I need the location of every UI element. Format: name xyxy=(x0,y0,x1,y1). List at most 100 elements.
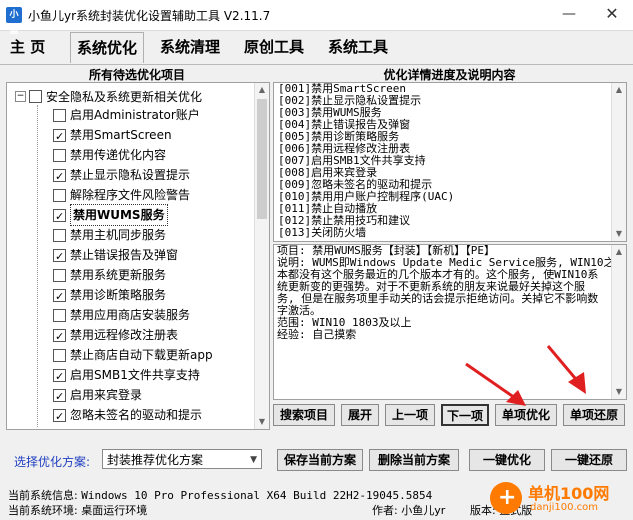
item-checkbox[interactable] xyxy=(53,228,66,242)
item-checkbox[interactable] xyxy=(53,207,66,227)
tree-item[interactable]: 启用来宾登录 xyxy=(7,385,253,407)
tree-item[interactable]: 禁用传递优化内容 xyxy=(7,145,253,165)
tree-item[interactable]: 禁止显示隐私设置提示 xyxy=(7,165,253,187)
system-info-label: 当前系统信息: xyxy=(8,489,78,502)
description-lines: 项目: 禁用WUMS服务【封装】【新机】【PE】 说明: WUMS即Windows… xyxy=(274,245,626,341)
tree-item[interactable]: 启用SMB1文件共享支持 xyxy=(7,365,253,387)
tree-item-label: 启用SMB1文件共享支持 xyxy=(70,368,200,382)
scroll-down-icon[interactable]: ▼ xyxy=(255,415,269,429)
author-label: 作者: xyxy=(372,504,398,517)
tree-item[interactable]: 禁用SmartScreen xyxy=(7,125,253,147)
scheme-select[interactable]: 封装推荐优化方案 ▼ xyxy=(102,449,262,469)
red-arrow-icon xyxy=(546,345,586,394)
delete-scheme-button[interactable]: 删除当前方案 xyxy=(369,449,459,471)
item-checkbox[interactable] xyxy=(53,387,66,407)
optimize-all-button[interactable]: 一键优化 xyxy=(469,449,545,471)
tree-item[interactable]: 解除程序文件风险警告 xyxy=(7,185,253,205)
tab-system-clean[interactable]: 系统清理 xyxy=(154,32,226,62)
tree-item[interactable]: 忽略未签名的驱动和提示 xyxy=(7,405,253,427)
system-info-value: Windows 10 Pro Professional X64 Build 22… xyxy=(81,489,433,502)
item-checkbox[interactable] xyxy=(53,287,66,307)
right-list-scrollbar[interactable]: ▲ ▼ xyxy=(611,83,626,241)
item-checkbox[interactable] xyxy=(53,167,66,187)
tree-item[interactable]: 禁用WUMS服务 xyxy=(7,204,253,227)
system-env-label: 当前系统环境: xyxy=(8,504,78,517)
tree-item-label: 忽略未签名的驱动和提示 xyxy=(70,408,203,422)
restore-all-button[interactable]: 一键还原 xyxy=(551,449,627,471)
progress-rows: [001]禁用SmartScreen [002]禁止显示隐私设置提示 [003]禁用… xyxy=(274,83,626,239)
author-info: 作者: 小鱼儿yr xyxy=(372,502,445,518)
tree-item[interactable]: 禁用主机同步服务 xyxy=(7,225,253,245)
window-title: 小鱼儿yr系统封装优化设置辅助工具 V2.11.7 xyxy=(28,9,271,23)
scroll-up-icon[interactable]: ▲ xyxy=(255,83,269,97)
collapse-icon[interactable]: − xyxy=(15,90,26,102)
tree-item[interactable]: 禁用远程修改注册表 xyxy=(7,325,253,347)
expand-button[interactable]: 展开 xyxy=(341,404,379,426)
root-checkbox[interactable] xyxy=(29,89,42,103)
tree-item-label: 禁止商店自动下载更新app xyxy=(70,348,213,362)
tree-item[interactable]: 禁用诊断策略服务 xyxy=(7,285,253,307)
item-checkbox[interactable] xyxy=(53,148,66,162)
tree-item-label: 禁用诊断策略服务 xyxy=(70,288,167,302)
tab-system-optimize[interactable]: 系统优化 xyxy=(70,32,145,63)
tree-item-label: 启用来宾登录 xyxy=(70,388,143,402)
optimization-tree[interactable]: − 安全隐私及系统更新相关优化 启用Administrator账户禁用Smart… xyxy=(6,82,270,430)
list-item[interactable]: [013]关闭防火墙 xyxy=(274,227,626,239)
red-arrow-icon xyxy=(465,362,526,406)
system-env-value: 桌面运行环境 xyxy=(81,504,148,517)
scheme-selected-value: 封装推荐优化方案 xyxy=(107,453,204,467)
tree-item-label: 禁用SmartScreen xyxy=(70,128,172,142)
tree-item-label: 解除程序文件风险警告 xyxy=(70,188,191,202)
save-scheme-button[interactable]: 保存当前方案 xyxy=(277,449,363,471)
single-restore-button[interactable]: 单项还原 xyxy=(563,404,625,426)
item-checkbox[interactable] xyxy=(53,348,66,362)
tree-item-label: 禁用应用商店安装服务 xyxy=(70,308,191,322)
item-checkbox[interactable] xyxy=(53,407,66,427)
tree-item-label: 禁用主机同步服务 xyxy=(70,228,167,242)
tree-item[interactable]: 禁用应用商店安装服务 xyxy=(7,305,253,325)
prev-item-button[interactable]: 上一项 xyxy=(385,404,435,426)
item-checkbox[interactable] xyxy=(53,127,66,147)
watermark-title: 单机100网 xyxy=(528,484,610,503)
tab-home[interactable]: 主 页 xyxy=(4,32,51,62)
scroll-down-icon[interactable]: ▼ xyxy=(612,385,626,399)
item-checkbox[interactable] xyxy=(53,247,66,267)
description-line: 经验: 自己摸索 xyxy=(277,328,357,341)
scroll-up-icon[interactable]: ▲ xyxy=(612,245,626,259)
close-button[interactable]: ✕ xyxy=(598,2,626,26)
description-scrollbar[interactable]: ▲ ▼ xyxy=(611,245,626,399)
tree-item[interactable]: 禁止错误报告及弹窗 xyxy=(7,245,253,267)
tree-item-label: 禁止显示隐私设置提示 xyxy=(70,168,191,182)
tree-item-list: 启用Administrator账户禁用SmartScreen 禁用传递优化内容禁止… xyxy=(7,105,253,427)
left-scrollbar[interactable]: ▲ ▼ xyxy=(254,83,269,429)
system-info-status: 当前系统信息: Windows 10 Pro Professional X64 … xyxy=(8,487,432,503)
tab-original-tools[interactable]: 原创工具 xyxy=(238,32,310,62)
minimize-button[interactable]: — xyxy=(555,2,583,26)
system-env-status: 当前系统环境: 桌面运行环境 xyxy=(8,502,147,518)
tree-item-label: 禁用WUMS服务 xyxy=(70,204,168,226)
scheme-label: 选择优化方案: xyxy=(14,455,91,469)
tree-item[interactable]: 启用Administrator账户 xyxy=(7,105,253,125)
search-items-button[interactable]: 搜索项目 xyxy=(273,404,335,426)
tab-system-tools[interactable]: 系统工具 xyxy=(322,32,394,62)
title-bar: 小鱼 小鱼儿yr系统封装优化设置辅助工具 V2.11.7 — ✕ xyxy=(0,0,633,36)
app-icon: 小鱼 xyxy=(6,7,22,36)
chevron-down-icon[interactable]: ▼ xyxy=(250,450,257,470)
author-value: 小鱼儿yr xyxy=(401,504,446,517)
tree-item[interactable]: 禁用系统更新服务 xyxy=(7,265,253,285)
item-checkbox[interactable] xyxy=(53,327,66,347)
item-checkbox[interactable] xyxy=(53,108,66,122)
tree-item-label: 禁止错误报告及弹窗 xyxy=(70,248,179,262)
progress-list[interactable]: [001]禁用SmartScreen [002]禁止显示隐私设置提示 [003]禁用… xyxy=(273,82,627,242)
scroll-thumb[interactable] xyxy=(257,99,267,219)
tree-root-label: 安全隐私及系统更新相关优化 xyxy=(46,89,203,104)
watermark-logo-icon xyxy=(490,482,522,514)
item-checkbox[interactable] xyxy=(53,268,66,282)
scroll-down-icon[interactable]: ▼ xyxy=(612,227,626,241)
item-checkbox[interactable] xyxy=(53,188,66,202)
tree-root[interactable]: − 安全隐私及系统更新相关优化 xyxy=(15,87,202,105)
item-checkbox[interactable] xyxy=(53,308,66,322)
item-checkbox[interactable] xyxy=(53,367,66,387)
tree-item[interactable]: 禁止商店自动下载更新app xyxy=(7,345,253,365)
scroll-up-icon[interactable]: ▲ xyxy=(612,83,626,97)
